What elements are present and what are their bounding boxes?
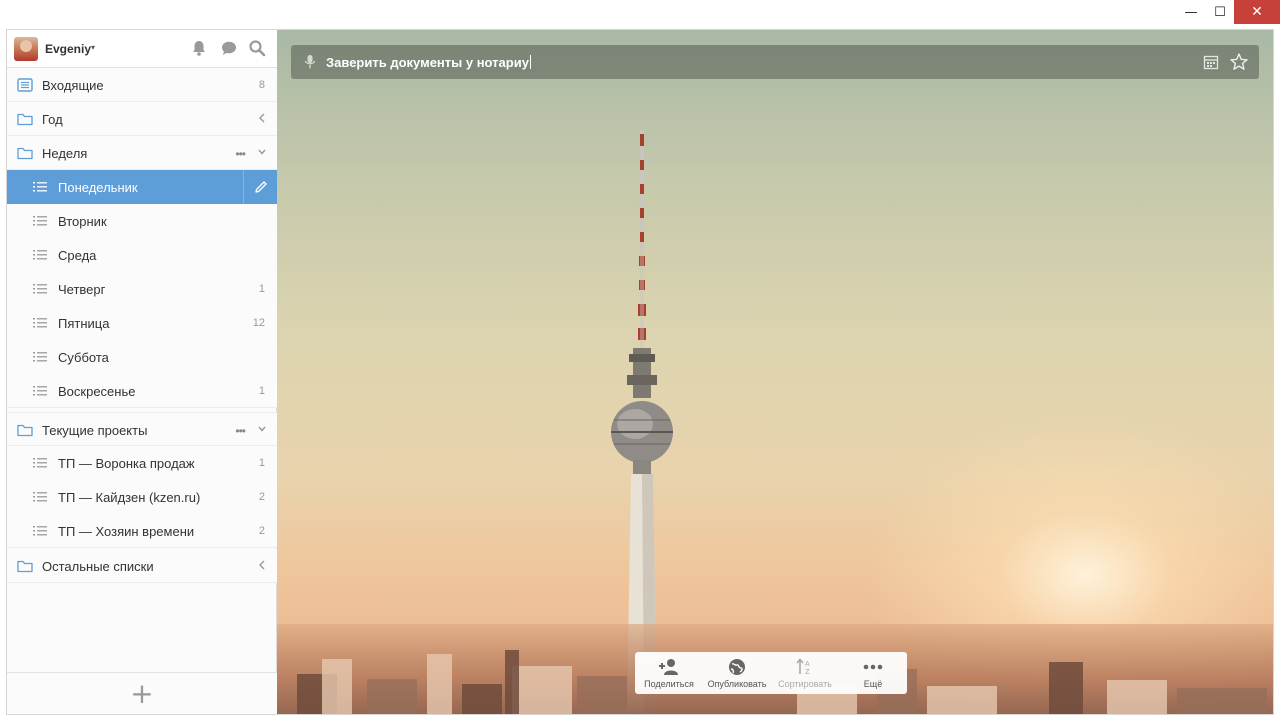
publish-button[interactable]: Опубликовать — [703, 652, 771, 694]
background-image — [611, 130, 673, 714]
add-task-field[interactable]: Заверить документы у нотариу — [291, 45, 1259, 79]
sidebar-item-label: Воскресенье — [58, 384, 136, 399]
item-count: 2 — [258, 525, 265, 537]
more-icon — [863, 664, 883, 670]
sidebar-item-label: Четверг — [58, 282, 106, 297]
sidebar-item-inbox[interactable]: Входящие 8 — [7, 68, 277, 102]
share-button[interactable]: Поделиться — [635, 652, 703, 694]
globe-icon — [729, 659, 745, 675]
chevron-left-icon[interactable] — [257, 112, 267, 124]
sidebar-list: Входящие 8 Год Неделя ••• Понедельник Вт… — [7, 68, 277, 583]
task-list-view: Заверить документы у нотариу Поделиться — [277, 30, 1273, 714]
sidebar-item-project-time-master[interactable]: ТП — Хозяин времени 2 — [7, 514, 277, 548]
sidebar-item-label: Вторник — [58, 214, 107, 229]
user-bar: Evgeniy ▾ — [7, 30, 277, 68]
sidebar-item-tuesday[interactable]: Вторник — [7, 204, 277, 238]
folder-icon — [17, 147, 33, 160]
list-icon — [33, 250, 47, 260]
item-count: 1 — [258, 283, 265, 295]
sidebar-item-label: Год — [42, 112, 63, 127]
sidebar-item-label: ТП — Кайдзен (kzen.ru) — [58, 490, 201, 505]
bell-icon[interactable] — [190, 39, 208, 57]
username[interactable]: Evgeniy — [45, 42, 91, 56]
list-icon — [33, 492, 47, 502]
list-icon — [33, 352, 47, 362]
plus-icon: + — [130, 676, 154, 710]
sort-button[interactable]: A Z Сортировать — [771, 652, 839, 694]
sidebar-item-label: Суббота — [58, 350, 109, 365]
sidebar-item-label: ТП — Воронка продаж — [58, 456, 195, 471]
chevron-down-icon[interactable] — [257, 146, 267, 158]
chat-icon[interactable] — [220, 39, 238, 57]
folder-icon — [17, 560, 33, 573]
item-count: 1 — [258, 385, 265, 397]
sidebar-item-monday[interactable]: Понедельник — [7, 170, 277, 204]
sidebar-item-label: Неделя — [42, 146, 88, 161]
folder-icon — [17, 113, 33, 126]
svg-text:A: A — [805, 660, 810, 668]
more-button[interactable]: Ещё — [839, 652, 907, 694]
inbox-icon — [17, 78, 33, 92]
list-toolbar: Поделиться Опубликовать A Z Сортировать — [635, 652, 907, 694]
edit-list-button[interactable] — [243, 170, 277, 204]
task-input-text[interactable]: Заверить документы у нотариу — [326, 55, 531, 70]
more-label: Ещё — [863, 679, 883, 689]
sidebar-item-week[interactable]: Неделя ••• — [7, 136, 277, 170]
close-button[interactable]: ✕ — [1234, 0, 1280, 24]
sidebar-item-label: Остальные списки — [42, 559, 154, 574]
item-count: 12 — [252, 317, 265, 329]
sidebar-item-thursday[interactable]: Четверг 1 — [7, 272, 277, 306]
title-bar: — ☐ ✕ — [0, 0, 1280, 28]
sidebar-item-wednesday[interactable]: Среда — [7, 238, 277, 272]
list-icon — [33, 216, 47, 226]
sidebar-item-year[interactable]: Год — [7, 102, 277, 136]
share-label: Поделиться — [644, 679, 694, 689]
list-icon — [33, 284, 47, 294]
publish-label: Опубликовать — [707, 679, 767, 689]
sidebar-item-saturday[interactable]: Суббота — [7, 340, 277, 374]
sidebar-item-label: Текущие проекты — [42, 423, 148, 438]
more-icon[interactable]: ••• — [235, 424, 246, 438]
sidebar-item-label: Среда — [58, 248, 97, 263]
minimize-button[interactable]: — — [1176, 0, 1206, 24]
svg-text:Z: Z — [805, 668, 810, 676]
item-count: 8 — [258, 79, 265, 91]
sort-label: Сортировать — [778, 679, 832, 689]
sidebar: Evgeniy ▾ Входящие 8 Год Неделя ••• Поне… — [7, 30, 277, 714]
maximize-button[interactable]: ☐ — [1206, 0, 1234, 24]
create-list-button[interactable]: + — [7, 672, 277, 714]
calendar-icon[interactable] — [1203, 54, 1219, 70]
chevron-left-icon[interactable] — [257, 559, 267, 571]
folder-icon — [17, 424, 33, 437]
sidebar-item-project-sales-funnel[interactable]: ТП — Воронка продаж 1 — [7, 446, 277, 480]
item-count: 2 — [258, 491, 265, 503]
sidebar-item-label: Входящие — [42, 78, 104, 93]
sidebar-item-label: Пятница — [58, 316, 110, 331]
star-icon[interactable] — [1229, 52, 1249, 72]
sidebar-item-label: Понедельник — [58, 180, 138, 195]
chevron-down-icon[interactable]: ▾ — [91, 43, 95, 52]
sort-icon: A Z — [796, 658, 810, 676]
sidebar-item-current-projects[interactable]: Текущие проекты ••• — [7, 412, 277, 446]
list-icon — [33, 526, 47, 536]
list-icon — [33, 458, 47, 468]
microphone-icon[interactable] — [303, 54, 317, 70]
pencil-icon — [254, 181, 267, 193]
sidebar-item-label: ТП — Хозяин времени — [58, 524, 195, 539]
list-icon — [33, 386, 47, 396]
list-icon — [33, 182, 47, 192]
item-count: 1 — [258, 457, 265, 469]
list-icon — [33, 318, 47, 328]
add-person-icon — [659, 659, 678, 675]
more-icon[interactable]: ••• — [235, 147, 246, 161]
sidebar-item-project-kaizen[interactable]: ТП — Кайдзен (kzen.ru) 2 — [7, 480, 277, 514]
sidebar-item-sunday[interactable]: Воскресенье 1 — [7, 374, 277, 408]
search-icon[interactable] — [248, 39, 266, 57]
sidebar-item-other-lists[interactable]: Остальные списки — [7, 549, 277, 583]
avatar[interactable] — [14, 37, 38, 61]
chevron-down-icon[interactable] — [257, 423, 267, 435]
text-cursor — [529, 55, 531, 69]
sidebar-item-friday[interactable]: Пятница 12 — [7, 306, 277, 340]
